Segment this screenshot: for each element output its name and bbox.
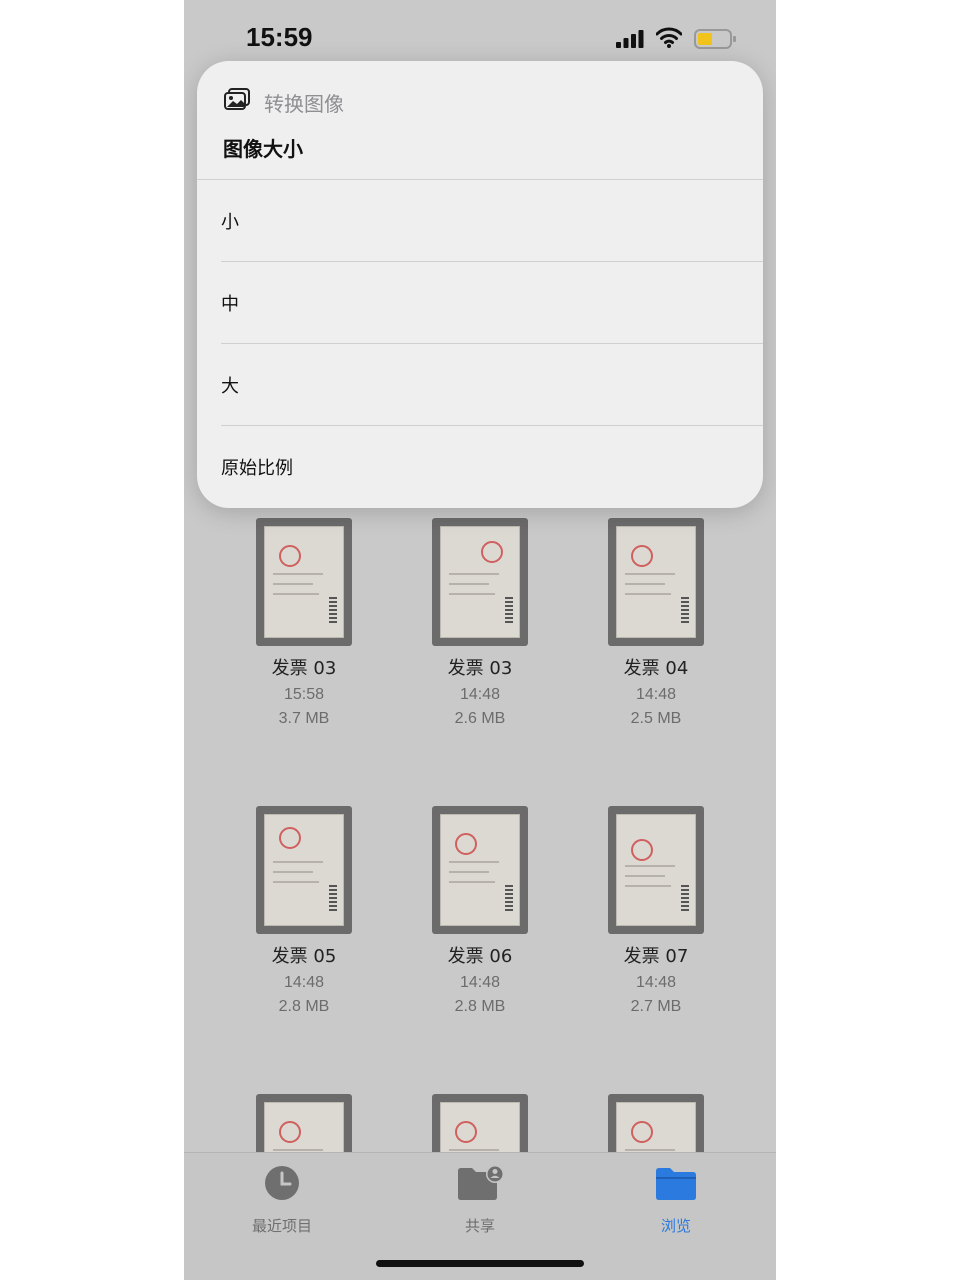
home-indicator[interactable] bbox=[376, 1260, 584, 1267]
phone-screen: 15:59 发票 03 15:58 3.7 MB 发票 03 14:48 2.6… bbox=[184, 0, 776, 1280]
file-thumbnail bbox=[608, 518, 704, 646]
file-size: 2.8 MB bbox=[454, 998, 506, 1015]
file-time: 14:48 bbox=[283, 974, 325, 991]
option-label: 中 bbox=[221, 294, 239, 315]
file-item[interactable]: 发票 04 14:48 2.5 MB bbox=[568, 518, 744, 728]
file-name: 发票 04 bbox=[623, 658, 689, 679]
file-time: 14:48 bbox=[459, 686, 501, 703]
file-name: 发票 06 bbox=[447, 946, 513, 967]
menu-subtitle: 转换图像 bbox=[264, 92, 344, 116]
status-time: 15:59 bbox=[246, 22, 313, 52]
file-time: 14:48 bbox=[459, 974, 501, 991]
file-time: 14:48 bbox=[635, 974, 677, 991]
divider bbox=[221, 261, 763, 262]
tab-label: 最近项目 bbox=[251, 1217, 312, 1235]
file-item[interactable]: 发票 03 15:58 3.7 MB bbox=[216, 518, 392, 728]
option-medium[interactable]: 中 bbox=[221, 273, 763, 333]
battery-icon bbox=[694, 29, 736, 49]
cellular-signal-icon bbox=[616, 30, 644, 48]
file-time: 14:48 bbox=[635, 686, 677, 703]
file-thumbnail bbox=[256, 806, 352, 934]
tab-recents[interactable]: 最近项目 bbox=[212, 1165, 352, 1236]
file-item[interactable]: 发票 03 14:48 2.6 MB bbox=[392, 518, 568, 728]
file-size: 2.8 MB bbox=[278, 998, 330, 1015]
menu-title: 图像大小 bbox=[223, 137, 303, 161]
option-original[interactable]: 原始比例 bbox=[221, 437, 763, 497]
file-size: 2.7 MB bbox=[630, 998, 682, 1015]
file-thumbnail bbox=[432, 518, 528, 646]
file-time: 15:58 bbox=[283, 686, 325, 703]
file-thumbnail bbox=[432, 806, 528, 934]
file-thumbnail bbox=[608, 806, 704, 934]
file-name: 发票 05 bbox=[271, 946, 337, 967]
option-label: 原始比例 bbox=[221, 458, 293, 479]
file-size: 2.6 MB bbox=[454, 710, 506, 727]
file-item[interactable]: 发票 05 14:48 2.8 MB bbox=[216, 806, 392, 1016]
folder-icon bbox=[656, 1168, 696, 1200]
image-size-menu: 转换图像 图像大小 小 中 大 原始比例 bbox=[197, 61, 763, 508]
option-label: 大 bbox=[221, 376, 239, 397]
option-large[interactable]: 大 bbox=[221, 355, 763, 415]
option-small[interactable]: 小 bbox=[221, 191, 763, 251]
divider bbox=[221, 425, 763, 426]
wifi-icon bbox=[656, 27, 682, 48]
file-name: 发票 07 bbox=[623, 946, 689, 967]
tab-shared[interactable]: 共享 bbox=[410, 1165, 550, 1236]
shared-folder-icon bbox=[458, 1165, 504, 1200]
option-label: 小 bbox=[221, 212, 239, 233]
tab-label: 浏览 bbox=[660, 1217, 691, 1235]
divider bbox=[197, 179, 763, 180]
divider bbox=[221, 343, 763, 344]
tab-browse[interactable]: 浏览 bbox=[606, 1165, 746, 1236]
tab-label: 共享 bbox=[464, 1217, 495, 1235]
file-size: 3.7 MB bbox=[278, 710, 330, 727]
file-item[interactable]: 发票 07 14:48 2.7 MB bbox=[568, 806, 744, 1016]
convert-image-icon bbox=[224, 88, 250, 110]
tab-bar: 最近项目 共享 浏览 bbox=[184, 1152, 776, 1280]
file-item[interactable]: 发票 06 14:48 2.8 MB bbox=[392, 806, 568, 1016]
clock-icon bbox=[265, 1166, 299, 1200]
file-size: 2.5 MB bbox=[630, 710, 682, 727]
file-thumbnail bbox=[256, 518, 352, 646]
file-name: 发票 03 bbox=[271, 658, 337, 679]
file-name: 发票 03 bbox=[447, 658, 513, 679]
